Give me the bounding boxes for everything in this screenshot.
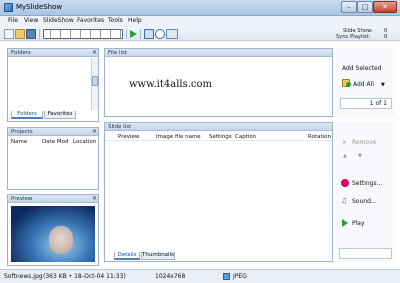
- preview-panel-header: Preview: [8, 195, 98, 203]
- column-image-file-name[interactable]: Image file name: [156, 134, 201, 140]
- slide-list-columns: Preview Image file name Settings Caption…: [105, 132, 332, 141]
- close-panel-icon[interactable]: ✕: [92, 49, 97, 57]
- add-selected-button[interactable]: Add Selected: [342, 65, 382, 72]
- menu-favorites[interactable]: Favorites: [77, 17, 104, 24]
- add-panel: Add Selected Add All ▼ 1 of 1: [336, 48, 395, 117]
- clock-icon[interactable]: [155, 29, 165, 39]
- folders-scrollbar[interactable]: [91, 58, 98, 110]
- app-icon: [4, 3, 13, 12]
- status-dimensions: 1024x768: [155, 273, 186, 280]
- move-up-icon[interactable]: ▲: [343, 153, 347, 159]
- preview-title: Preview: [11, 196, 33, 202]
- column-caption[interactable]: Caption: [235, 134, 256, 140]
- preview-figure: [49, 226, 73, 254]
- maximize-button[interactable]: □: [357, 1, 373, 13]
- column-preview[interactable]: Preview: [118, 134, 139, 140]
- play-icon[interactable]: [130, 30, 137, 38]
- close-panel-icon[interactable]: ✕: [92, 195, 97, 203]
- view-options-icon[interactable]: [166, 29, 178, 39]
- folders-title: Folders: [11, 50, 31, 56]
- status-file-info: (363 KB • 18-Oct-04 11:33): [43, 273, 126, 280]
- slideshow-settings-icon[interactable]: [144, 29, 154, 39]
- add-folder-icon: [342, 79, 351, 87]
- toolbar: Slide Show: 0 Sync Playlist: 0: [0, 27, 400, 41]
- chevron-down-icon[interactable]: ▼: [381, 82, 385, 88]
- folders-panel-header: Folders: [8, 49, 98, 57]
- menu-slideshow[interactable]: SlideShow: [43, 17, 74, 24]
- projects-panel-header: Projects: [8, 128, 98, 136]
- column-date-mod[interactable]: Date Mod: [42, 139, 69, 145]
- preview-panel: Preview ✕: [7, 194, 99, 266]
- status-bar: Softnews.jpg (363 KB • 18-Oct-04 11:33) …: [0, 269, 400, 283]
- save-icon[interactable]: [26, 29, 36, 39]
- folders-panel: Folders ✕ Folders Favorites: [7, 48, 99, 122]
- play-button[interactable]: Play: [352, 220, 365, 227]
- tab-details[interactable]: Details: [114, 252, 140, 260]
- settings-icon: [341, 179, 349, 187]
- play-icon: [342, 219, 348, 227]
- projects-title: Projects: [11, 129, 33, 135]
- sound-icon: ♫: [341, 197, 348, 205]
- tab-folders[interactable]: Folders: [11, 111, 43, 119]
- edit-tools-icon-group[interactable]: [43, 29, 123, 39]
- page-indicator: 1 of 1: [340, 98, 392, 109]
- toolbar-separator: [140, 29, 141, 39]
- tab-thumbnails[interactable]: Thumbnails: [141, 252, 175, 260]
- menu-help[interactable]: Help: [128, 17, 142, 24]
- move-down-icon[interactable]: ▼: [358, 153, 362, 159]
- column-settings[interactable]: Settings: [209, 134, 232, 140]
- volume-box: [339, 248, 392, 259]
- column-rotation[interactable]: Rotation: [308, 134, 331, 140]
- remove-button[interactable]: Remove: [352, 139, 376, 146]
- close-panel-icon[interactable]: ✕: [92, 128, 97, 136]
- toolbar-separator: [126, 29, 127, 39]
- menu-file[interactable]: File: [8, 17, 18, 24]
- file-list-title: File list: [108, 50, 128, 56]
- remove-icon: ✕: [342, 139, 348, 146]
- add-all-button[interactable]: Add All: [353, 81, 374, 88]
- file-list-header: File list: [105, 49, 332, 57]
- slide-list-title: Slide list: [108, 124, 132, 130]
- column-location[interactable]: Location: [73, 139, 96, 145]
- menu-view[interactable]: View: [24, 17, 38, 24]
- file-list-panel: File list www.it4alls.com: [104, 48, 333, 117]
- slide-list-header: Slide list: [105, 123, 332, 131]
- open-folder-icon[interactable]: [15, 29, 25, 39]
- minimize-button[interactable]: –: [341, 1, 357, 13]
- title-bar: MySlideShow – □ ✕: [0, 0, 400, 16]
- new-icon[interactable]: [4, 29, 14, 39]
- projects-panel: Projects ✕ Name Date Mod Location: [7, 127, 99, 190]
- slide-actions-panel: ✕ Remove ▲ ▼ Settings... ♫ Sound... Play: [336, 122, 395, 262]
- scroll-thumb[interactable]: [92, 76, 98, 86]
- tab-favorites[interactable]: Favorites: [44, 111, 76, 119]
- menu-bar: File View SlideShow Favorites Tools Help: [0, 16, 400, 27]
- close-button[interactable]: ✕: [373, 1, 397, 13]
- preview-image: [11, 206, 95, 262]
- sound-button[interactable]: Sound...: [352, 198, 377, 205]
- slide-list-panel: Slide list Preview Image file name Setti…: [104, 122, 333, 262]
- column-name[interactable]: Name: [11, 139, 27, 145]
- sync-playlist-value: 0: [384, 34, 388, 40]
- window-title: MySlideShow: [16, 3, 63, 11]
- toolbar-separator: [39, 29, 40, 39]
- settings-button[interactable]: Settings...: [352, 180, 382, 187]
- image-icon: [223, 273, 230, 280]
- plus-icon: [346, 82, 351, 87]
- status-file-name: Softnews.jpg: [4, 273, 43, 280]
- menu-tools[interactable]: Tools: [108, 17, 123, 24]
- sync-playlist-label: Sync Playlist:: [336, 34, 371, 40]
- projects-columns: Name Date Mod Location: [8, 139, 98, 147]
- watermark-text: www.it4alls.com: [129, 79, 213, 90]
- status-format: JPEG: [233, 273, 247, 280]
